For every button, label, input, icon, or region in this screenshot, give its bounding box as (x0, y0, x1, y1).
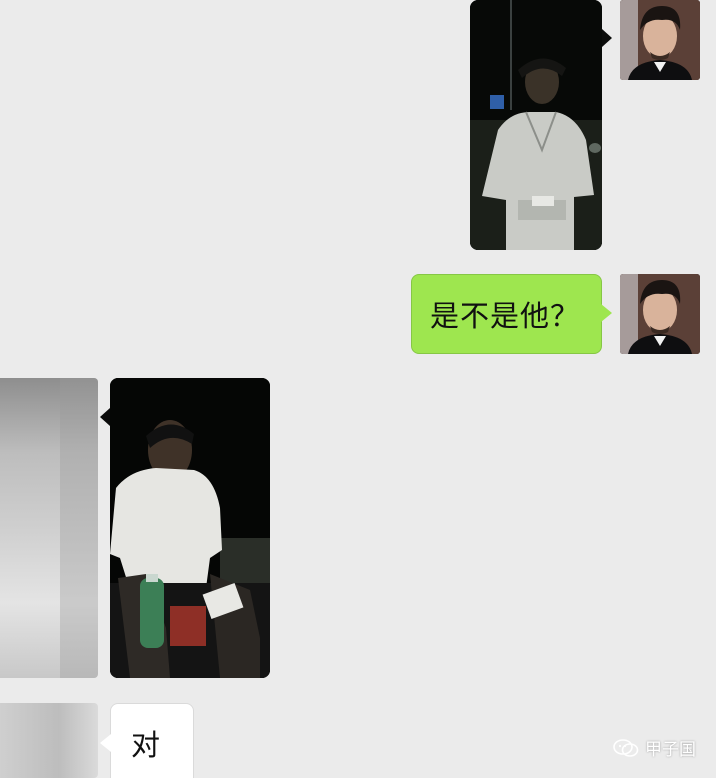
night-photo-standing-man (470, 0, 602, 250)
received-image-bubble[interactable] (110, 378, 270, 678)
message-text: 是不是他？ (430, 299, 581, 333)
watermark: 甲子国 (613, 735, 696, 760)
watermark-text: 甲子国 (645, 740, 696, 760)
blurred-avatar-image (0, 703, 98, 778)
received-text-bubble[interactable]: 对 (100, 703, 194, 778)
avatar-portrait-icon (620, 0, 700, 80)
my-avatar[interactable] (620, 0, 700, 80)
blurred-avatar-image (0, 378, 98, 678)
my-avatar[interactable] (620, 274, 700, 354)
bubble-tail (100, 408, 110, 426)
contact-avatar-blurred[interactable] (0, 378, 98, 678)
bubble-tail (602, 29, 612, 47)
avatar-portrait-icon (620, 274, 700, 354)
sent-image-bubble[interactable] (470, 0, 602, 250)
contact-avatar-blurred[interactable] (0, 703, 98, 778)
chat-area: 是不是他？ 对 甲子国 (0, 0, 716, 778)
sent-text-bubble[interactable]: 是不是他？ (411, 274, 612, 354)
wechat-icon (613, 738, 639, 757)
night-photo-sitting-man (110, 378, 270, 678)
message-text: 对 (131, 728, 161, 762)
